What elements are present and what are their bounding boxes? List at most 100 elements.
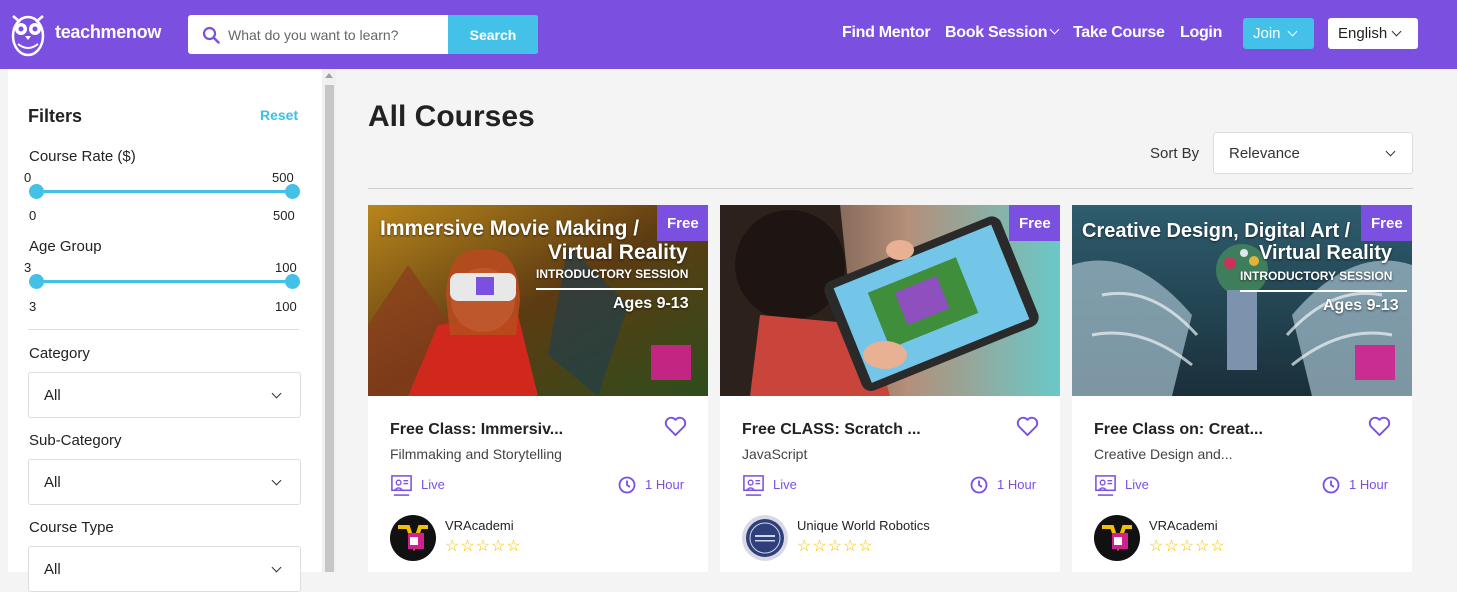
course-author[interactable]: VRAcademi bbox=[1149, 518, 1218, 533]
course-rate-slider-track[interactable] bbox=[36, 190, 292, 193]
sub-category-label: Sub-Category bbox=[29, 432, 122, 449]
banner-title-line-1: Immersive Movie Making / bbox=[380, 217, 640, 240]
course-thumbnail[interactable]: Immersive Movie Making / Virtual Reality… bbox=[368, 205, 708, 396]
live-class-icon bbox=[391, 475, 412, 496]
course-card[interactable]: Immersive Movie Making / Virtual Reality… bbox=[368, 205, 708, 572]
avatar[interactable] bbox=[1094, 515, 1140, 561]
avatar[interactable] bbox=[390, 515, 436, 561]
age-group-min-handle[interactable] bbox=[29, 274, 44, 289]
course-rate-label: Course Rate ($) bbox=[29, 148, 136, 165]
heart-icon[interactable] bbox=[664, 416, 687, 437]
filters-divider bbox=[28, 329, 299, 330]
course-duration: 1 Hour bbox=[1349, 477, 1389, 492]
course-mode: Live bbox=[1125, 477, 1149, 492]
live-class-icon bbox=[743, 475, 764, 496]
banner-ages: Ages 9-13 bbox=[1323, 297, 1399, 314]
page-title: All Courses bbox=[368, 100, 535, 133]
search-button[interactable]: Search bbox=[448, 15, 538, 54]
scroll-up-arrow-icon[interactable] bbox=[325, 73, 333, 78]
course-type-value: All bbox=[44, 561, 61, 578]
course-rate-min-handle[interactable] bbox=[29, 184, 44, 199]
banner-ages: Ages 9-13 bbox=[613, 295, 689, 312]
live-class-icon bbox=[1095, 475, 1116, 496]
course-type-select[interactable]: All bbox=[28, 546, 301, 592]
category-value: All bbox=[44, 387, 61, 404]
free-badge: Free bbox=[657, 205, 708, 241]
free-badge: Free bbox=[1009, 205, 1060, 241]
heart-icon[interactable] bbox=[1368, 416, 1391, 437]
top-navigation-bar: teachmenow Search Find Mentor Book Sessi… bbox=[0, 0, 1457, 69]
course-rate-high-value: 500 bbox=[272, 170, 294, 185]
star-rating: ☆☆☆☆☆ bbox=[1149, 538, 1226, 555]
search-input[interactable] bbox=[228, 15, 446, 54]
chevron-down-icon bbox=[271, 562, 282, 573]
chevron-down-icon bbox=[271, 475, 282, 486]
course-type-label: Course Type bbox=[29, 519, 114, 536]
course-subtitle: Filmmaking and Storytelling bbox=[390, 446, 562, 462]
course-duration: 1 Hour bbox=[997, 477, 1037, 492]
clock-icon bbox=[970, 476, 988, 494]
course-duration: 1 Hour bbox=[645, 477, 685, 492]
course-title[interactable]: Free CLASS: Scratch ... bbox=[742, 421, 921, 439]
course-subtitle: JavaScript bbox=[742, 446, 808, 462]
main-divider bbox=[368, 188, 1413, 189]
course-rate-low-value: 0 bbox=[24, 170, 32, 185]
banner-title-line-2: Virtual Reality bbox=[1259, 242, 1393, 264]
course-title[interactable]: Free Class on: Creat... bbox=[1094, 421, 1263, 439]
language-label: English bbox=[1338, 25, 1388, 42]
banner-title-line-1: Creative Design, Digital Art / bbox=[1082, 220, 1351, 242]
sidebar-scrollbar-thumb[interactable] bbox=[325, 85, 334, 572]
avatar[interactable] bbox=[742, 515, 788, 561]
sort-by-label: Sort By bbox=[1150, 145, 1200, 162]
chevron-down-icon bbox=[1049, 24, 1060, 35]
course-author[interactable]: Unique World Robotics bbox=[797, 518, 930, 533]
course-title[interactable]: Free Class: Immersiv... bbox=[390, 421, 563, 439]
category-select[interactable]: All bbox=[28, 372, 301, 418]
reset-filters-link[interactable]: Reset bbox=[260, 107, 298, 123]
course-rate-max-handle[interactable] bbox=[285, 184, 300, 199]
age-group-max-handle[interactable] bbox=[285, 274, 300, 289]
brand-name[interactable]: teachmenow bbox=[55, 22, 161, 43]
age-group-max-value: 100 bbox=[275, 299, 297, 314]
join-label: Join bbox=[1253, 25, 1281, 42]
age-group-min-value: 3 bbox=[29, 299, 37, 314]
course-subtitle: Creative Design and... bbox=[1094, 446, 1233, 462]
age-group-slider-track[interactable] bbox=[36, 280, 292, 283]
owl-logo-icon[interactable] bbox=[8, 10, 48, 58]
course-author[interactable]: VRAcademi bbox=[445, 518, 514, 533]
sort-by-value: Relevance bbox=[1229, 145, 1300, 162]
search-bar: Search bbox=[188, 15, 538, 54]
banner-title-line-2: Virtual Reality bbox=[548, 241, 688, 264]
language-select[interactable]: English bbox=[1328, 18, 1418, 49]
star-rating: ☆☆☆☆☆ bbox=[445, 538, 522, 555]
sort-by-select[interactable]: Relevance bbox=[1213, 132, 1413, 174]
course-card[interactable]: Creative Design, Digital Art / Virtual R… bbox=[1072, 205, 1412, 572]
chevron-down-icon bbox=[1391, 26, 1402, 37]
course-mode: Live bbox=[421, 477, 445, 492]
chevron-down-icon bbox=[1287, 26, 1297, 37]
nav-login[interactable]: Login bbox=[1180, 24, 1222, 42]
clock-icon bbox=[1322, 476, 1340, 494]
banner-session: INTRODUCTORY SESSION bbox=[1240, 269, 1393, 283]
clock-icon bbox=[618, 476, 636, 494]
filters-title: Filters bbox=[28, 106, 83, 126]
heart-icon[interactable] bbox=[1016, 416, 1039, 437]
nav-book-session[interactable]: Book Session bbox=[945, 24, 1060, 42]
course-rate-min-value: 0 bbox=[29, 208, 37, 223]
course-mode: Live bbox=[773, 477, 797, 492]
nav-find-mentor[interactable]: Find Mentor bbox=[842, 24, 931, 42]
nav-take-course[interactable]: Take Course bbox=[1073, 24, 1165, 42]
course-thumbnail[interactable]: Creative Design, Digital Art / Virtual R… bbox=[1072, 205, 1412, 396]
age-group-high-value: 100 bbox=[275, 260, 297, 275]
join-button[interactable]: Join bbox=[1243, 18, 1314, 49]
age-group-low-value: 3 bbox=[24, 260, 32, 275]
age-group-label: Age Group bbox=[29, 238, 102, 255]
free-badge: Free bbox=[1361, 205, 1412, 241]
course-card[interactable]: Free Free CLASS: Scratch ... JavaScript … bbox=[720, 205, 1060, 572]
course-thumbnail[interactable]: Free bbox=[720, 205, 1060, 396]
chevron-down-icon bbox=[1385, 146, 1396, 157]
search-icon bbox=[202, 26, 220, 44]
course-rate-max-value: 500 bbox=[273, 208, 295, 223]
star-rating: ☆☆☆☆☆ bbox=[797, 538, 874, 555]
sub-category-select[interactable]: All bbox=[28, 459, 301, 505]
